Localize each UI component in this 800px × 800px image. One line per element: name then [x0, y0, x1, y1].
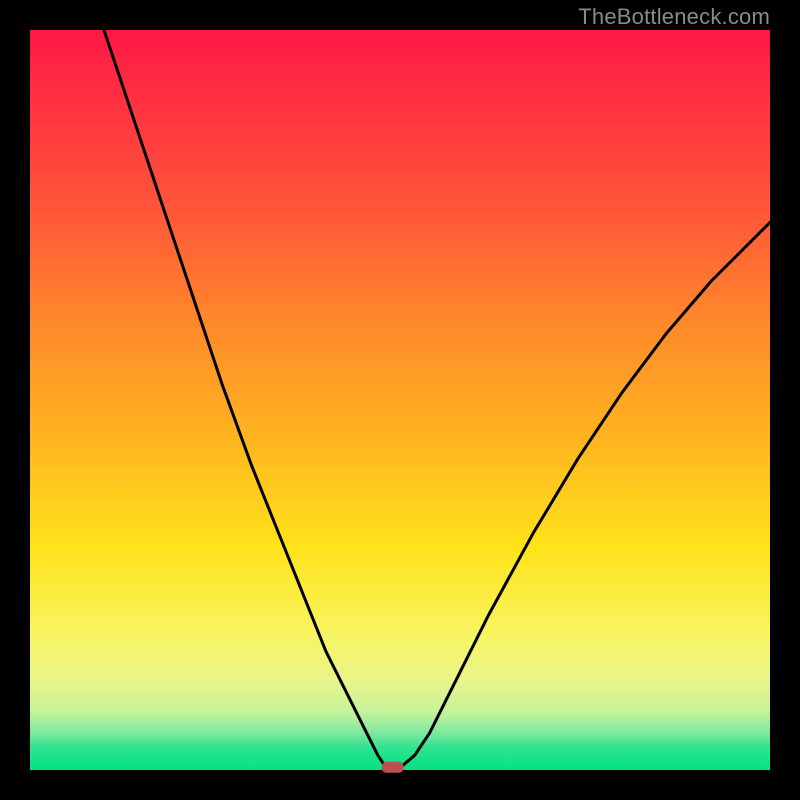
plot-area: [30, 30, 770, 770]
curve-svg: [30, 30, 770, 770]
min-marker: [382, 762, 404, 773]
watermark-text: TheBottleneck.com: [578, 4, 770, 30]
bottleneck-curve: [104, 30, 770, 768]
chart-frame: TheBottleneck.com: [0, 0, 800, 800]
